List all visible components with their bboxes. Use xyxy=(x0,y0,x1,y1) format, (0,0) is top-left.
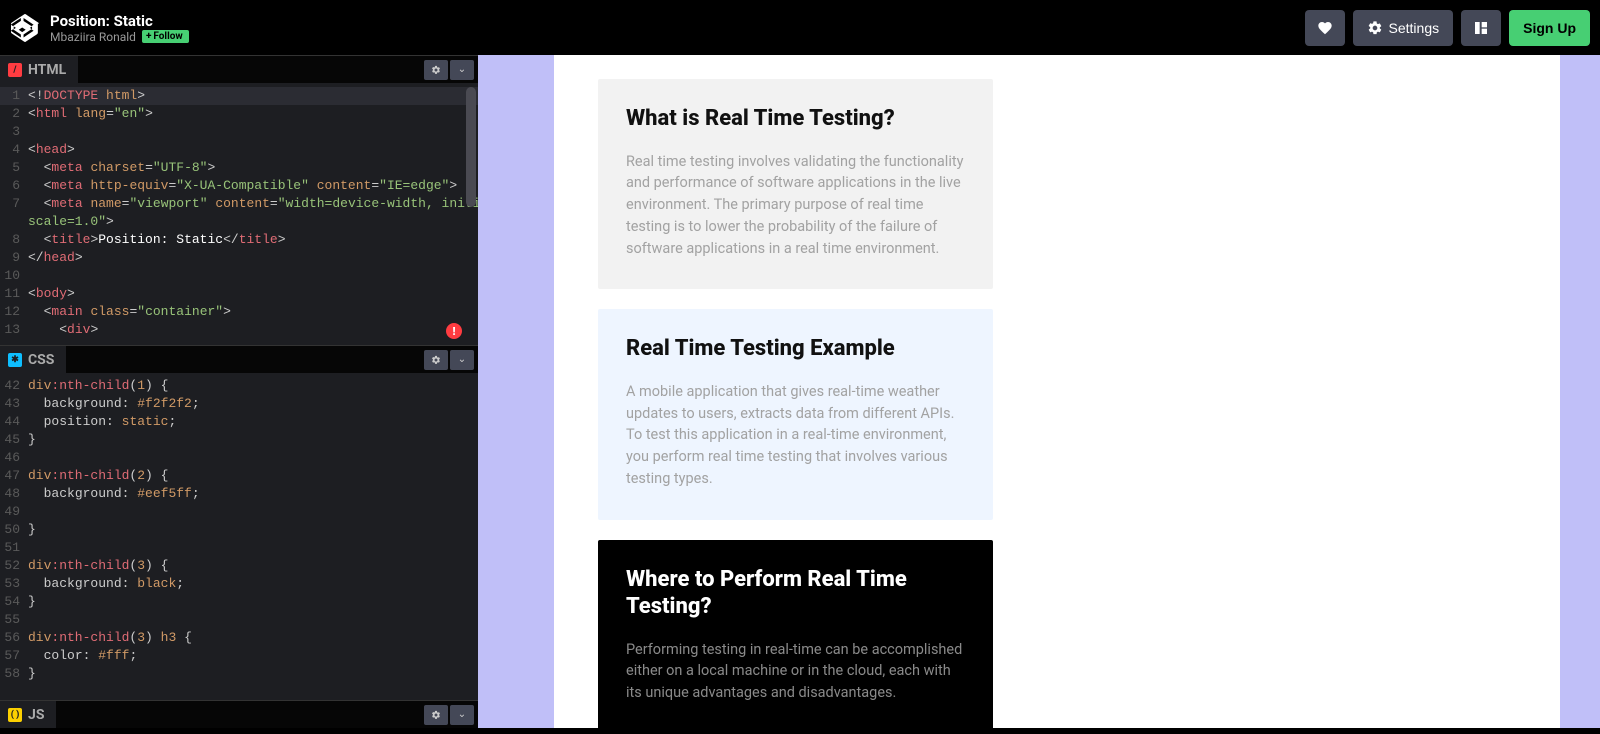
gear-icon xyxy=(1367,20,1383,36)
editor-column: / HTML ⌄ 1<!DOCTYPE html>2<html lang="en… xyxy=(0,55,478,728)
signup-button[interactable]: Sign Up xyxy=(1509,10,1590,46)
layout-button[interactable] xyxy=(1461,10,1501,46)
css-icon: ✱ xyxy=(8,353,22,367)
settings-button[interactable]: Settings xyxy=(1353,10,1454,46)
css-dropdown-button[interactable]: ⌄ xyxy=(450,350,474,370)
card-body: Performing testing in real-time can be a… xyxy=(626,639,965,704)
js-settings-button[interactable] xyxy=(424,705,448,725)
css-panel: ✱ CSS ⌄ 42div:nth-child(1) {43 backgroun… xyxy=(0,345,478,700)
author-name[interactable]: Mbaziira Ronald xyxy=(50,30,136,44)
preview-card-2: Real Time Testing Example A mobile appli… xyxy=(598,309,993,519)
card-title: Where to Perform Real Time Testing? xyxy=(626,566,965,621)
scrollbar-thumb[interactable] xyxy=(466,87,476,207)
css-tab[interactable]: ✱ CSS xyxy=(0,346,66,374)
header: Position: Static Mbaziira Ronald + Follo… xyxy=(0,0,1600,55)
follow-button[interactable]: + Follow xyxy=(142,30,189,43)
css-settings-button[interactable] xyxy=(424,350,448,370)
error-badge[interactable]: ! xyxy=(446,323,462,339)
preview-pane: What is Real Time Testing? Real time tes… xyxy=(478,55,1600,728)
html-icon: / xyxy=(8,63,22,77)
html-dropdown-button[interactable]: ⌄ xyxy=(450,60,474,80)
js-tab[interactable]: ( ) JS xyxy=(0,701,56,729)
card-title: Real Time Testing Example xyxy=(626,335,965,363)
html-panel: / HTML ⌄ 1<!DOCTYPE html>2<html lang="en… xyxy=(0,55,478,345)
pen-title[interactable]: Position: Static xyxy=(50,12,1305,30)
js-icon: ( ) xyxy=(8,708,22,722)
codepen-logo[interactable] xyxy=(10,13,40,43)
js-dropdown-button[interactable]: ⌄ xyxy=(450,705,474,725)
css-editor[interactable]: 42div:nth-child(1) {43 background: #f2f2… xyxy=(0,373,478,687)
preview-card-1: What is Real Time Testing? Real time tes… xyxy=(598,79,993,289)
heart-icon xyxy=(1317,20,1333,36)
card-body: A mobile application that gives real-tim… xyxy=(626,381,965,490)
js-panel: ( ) JS ⌄ xyxy=(0,700,478,728)
love-button[interactable] xyxy=(1305,10,1345,46)
card-body: Real time testing involves validating th… xyxy=(626,151,965,260)
html-editor[interactable]: 1<!DOCTYPE html>2<html lang="en">34<head… xyxy=(0,83,478,343)
html-settings-button[interactable] xyxy=(424,60,448,80)
layout-icon xyxy=(1473,20,1489,36)
card-title: What is Real Time Testing? xyxy=(626,105,965,133)
preview-card-3: Where to Perform Real Time Testing? Perf… xyxy=(598,540,993,734)
html-tab[interactable]: / HTML xyxy=(0,56,78,84)
preview-content: What is Real Time Testing? Real time tes… xyxy=(554,55,1560,728)
